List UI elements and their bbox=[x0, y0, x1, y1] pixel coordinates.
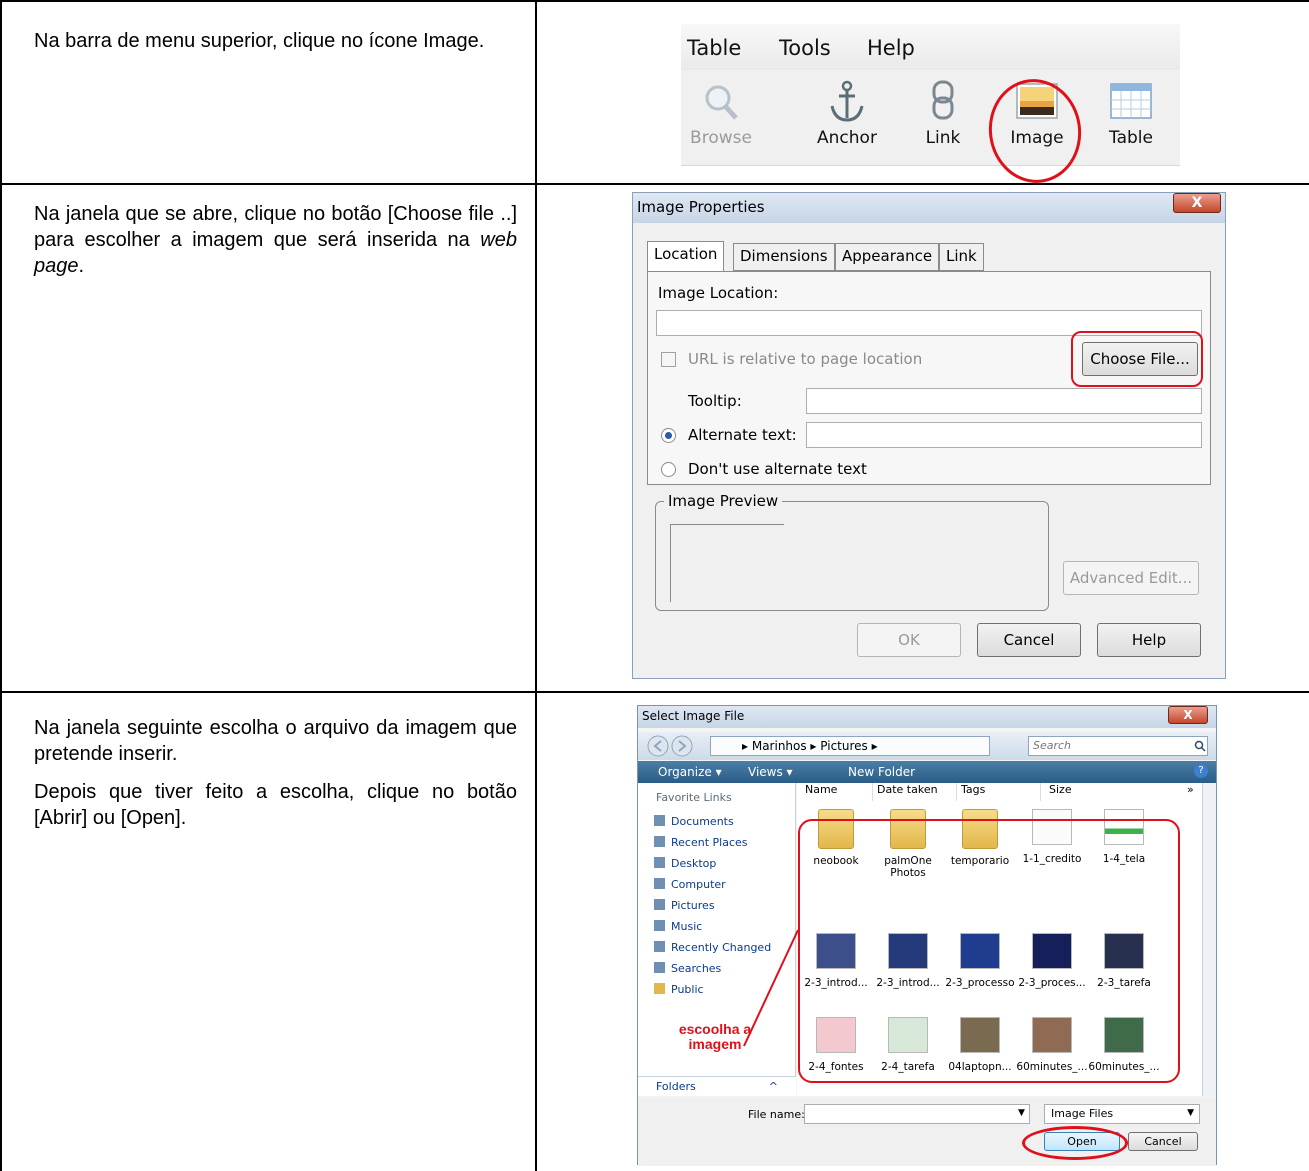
public-folder-icon bbox=[654, 983, 665, 994]
table-button[interactable]: Table bbox=[1091, 78, 1171, 168]
tab-appearance[interactable]: Appearance bbox=[835, 243, 940, 271]
table-icon bbox=[1110, 83, 1152, 119]
alternate-text-label: Alternate text: bbox=[688, 426, 797, 444]
tab-dimensions[interactable]: Dimensions bbox=[733, 243, 835, 271]
nav-recent-places[interactable]: Recent Places bbox=[654, 836, 748, 849]
image-properties-dialog: Image Properties X Location Dimensions A… bbox=[632, 192, 1226, 679]
link-button[interactable]: Link bbox=[903, 78, 983, 168]
menu-help[interactable]: Help bbox=[867, 36, 915, 60]
search-icon bbox=[1194, 740, 1206, 752]
alternate-text-radio[interactable] bbox=[661, 428, 676, 443]
more-columns-icon[interactable]: » bbox=[1187, 783, 1194, 796]
views-button[interactable]: Views ▾ bbox=[748, 765, 793, 779]
column-date-taken[interactable]: Date taken bbox=[877, 783, 957, 801]
open-highlight-circle bbox=[1022, 1126, 1128, 1160]
file-name-dropdown-icon[interactable]: ▼ bbox=[1018, 1108, 1025, 1118]
dont-use-alt-radio[interactable] bbox=[661, 462, 676, 477]
back-forward-icon[interactable] bbox=[646, 734, 706, 758]
menu-bar: Table Tools Help bbox=[681, 24, 1180, 70]
close-button[interactable]: X bbox=[1168, 706, 1208, 724]
desktop-icon bbox=[654, 857, 665, 868]
pictures-icon bbox=[654, 899, 665, 910]
file-name-input[interactable] bbox=[804, 1104, 1030, 1124]
cancel-button[interactable]: Cancel bbox=[977, 623, 1081, 657]
advanced-edit-button[interactable]: Advanced Edit... bbox=[1063, 561, 1199, 595]
nav-documents[interactable]: Documents bbox=[654, 815, 734, 828]
music-icon bbox=[654, 920, 665, 931]
nav-searches[interactable]: Searches bbox=[654, 962, 721, 975]
column-name[interactable]: Name bbox=[805, 783, 873, 801]
step-1-text-cell: Na barra de menu superior, clique no íco… bbox=[0, 2, 537, 183]
browse-button[interactable]: Browse bbox=[681, 78, 761, 168]
step-2-text: Na janela que se abre, clique no botão [… bbox=[34, 203, 517, 277]
file-type-select[interactable]: Image Files ▼ bbox=[1044, 1104, 1200, 1124]
help-icon[interactable]: ? bbox=[1194, 764, 1208, 778]
recently-changed-icon bbox=[654, 941, 665, 952]
command-bar: Organize ▾ Views ▾ New Folder ? bbox=[638, 761, 1216, 783]
step-3-text-1: Na janela seguinte escolha o arquivo da … bbox=[34, 717, 517, 765]
nav-pictures[interactable]: Pictures bbox=[654, 899, 715, 912]
file-name-label: File name: bbox=[748, 1108, 805, 1121]
url-relative-checkbox[interactable] bbox=[661, 352, 676, 367]
close-button[interactable]: X bbox=[1173, 193, 1221, 213]
toolbar-screenshot: Table Tools Help Browse Anchor Link Imag… bbox=[681, 24, 1180, 189]
tab-location[interactable]: Location bbox=[647, 241, 725, 272]
search-input[interactable]: Search bbox=[1028, 736, 1208, 756]
nav-desktop[interactable]: Desktop bbox=[654, 857, 716, 870]
dialog-titlebar: Image Properties X bbox=[633, 193, 1225, 223]
file-dialog-titlebar: Select Image File X bbox=[638, 706, 1216, 728]
tooltip-label: Tooltip: bbox=[688, 392, 742, 410]
url-relative-label: URL is relative to page location bbox=[688, 350, 923, 368]
menu-table[interactable]: Table bbox=[687, 36, 741, 60]
help-button[interactable]: Help bbox=[1097, 623, 1201, 657]
vertical-scrollbar[interactable] bbox=[1202, 783, 1216, 1096]
step-2-text-cell: Na janela que se abre, clique no botão [… bbox=[0, 185, 537, 691]
image-preview-box bbox=[670, 524, 784, 602]
anchor-button[interactable]: Anchor bbox=[807, 78, 887, 168]
file-dialog-footer: File name: ▼ Image Files ▼ Open Cancel bbox=[638, 1098, 1216, 1166]
address-bar-row: ▸ Marinhos ▸ Pictures ▸ Search bbox=[638, 732, 1216, 760]
column-size[interactable]: Size bbox=[1049, 783, 1159, 801]
new-folder-button[interactable]: New Folder bbox=[848, 765, 915, 779]
chevron-up-icon: ^ bbox=[768, 1080, 778, 1093]
image-preview-label: Image Preview bbox=[664, 492, 783, 510]
folders-toggle[interactable]: Folders ^ bbox=[638, 1076, 796, 1096]
choose-file-highlight bbox=[1071, 331, 1203, 387]
breadcrumb[interactable]: ▸ Marinhos ▸ Pictures ▸ bbox=[742, 739, 878, 753]
choose-image-annotation: escoolha a imagem bbox=[678, 1021, 752, 1052]
ok-button[interactable]: OK bbox=[857, 623, 961, 657]
favorite-links-header: Favorite Links bbox=[656, 791, 732, 804]
recent-places-icon bbox=[654, 836, 665, 847]
chain-link-icon bbox=[932, 80, 954, 120]
tab-link[interactable]: Link bbox=[939, 243, 984, 271]
menu-tools[interactable]: Tools bbox=[779, 36, 831, 60]
image-location-label: Image Location: bbox=[658, 284, 779, 302]
searches-icon bbox=[654, 962, 665, 973]
tooltip-input[interactable] bbox=[806, 388, 1202, 414]
step-3-text-2: Depois que tiver feito a escolha, clique… bbox=[34, 781, 517, 829]
nav-computer[interactable]: Computer bbox=[654, 878, 726, 891]
dont-use-alt-label: Don't use alternate text bbox=[688, 460, 867, 478]
chevron-down-icon: ▼ bbox=[1187, 1108, 1194, 1118]
anchor-icon bbox=[830, 80, 864, 122]
documents-icon bbox=[654, 815, 665, 826]
magnifier-icon bbox=[705, 85, 738, 120]
file-list-highlight bbox=[798, 819, 1180, 1083]
organize-button[interactable]: Organize ▾ bbox=[658, 765, 722, 779]
column-tags[interactable]: Tags bbox=[961, 783, 1041, 801]
step-3-text-cell: Na janela seguinte escolha o arquivo da … bbox=[0, 693, 537, 1171]
step-1-text: Na barra de menu superior, clique no íco… bbox=[34, 30, 485, 52]
image-preview-group: Image Preview bbox=[655, 492, 1049, 611]
nav-public[interactable]: Public bbox=[654, 983, 704, 996]
alternate-text-input[interactable] bbox=[806, 422, 1202, 448]
select-image-file-dialog: Select Image File X ▸ Marinhos ▸ Picture… bbox=[637, 705, 1217, 1166]
computer-icon bbox=[654, 878, 665, 889]
cancel-button[interactable]: Cancel bbox=[1128, 1132, 1198, 1151]
nav-music[interactable]: Music bbox=[654, 920, 702, 933]
